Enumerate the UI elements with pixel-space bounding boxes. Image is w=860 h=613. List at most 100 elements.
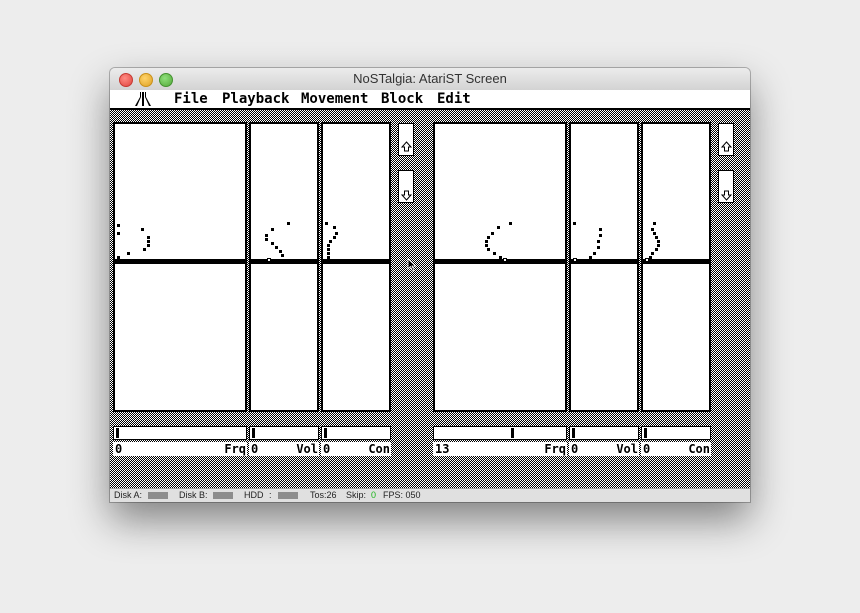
envelope-point: [335, 232, 338, 235]
hdd-colon: :: [269, 490, 272, 500]
envelope-point: [599, 228, 602, 231]
skip-value: 0: [371, 490, 377, 500]
slider-thumb[interactable]: [324, 428, 327, 438]
envelope-point: [271, 242, 274, 245]
baseline: [435, 259, 565, 264]
scroll-down-button-left[interactable]: [398, 170, 414, 203]
vol-field-right[interactable]: 0 Vol: [569, 442, 639, 456]
envelope-point: [265, 234, 268, 237]
envelope-pane-volume-right[interactable]: [569, 122, 639, 412]
envelope-point: [593, 252, 596, 255]
scroll-up-button-left[interactable]: [398, 123, 414, 156]
frq-field-left[interactable]: 0 Frq: [113, 442, 247, 456]
envelope-point: [141, 228, 144, 231]
envelope-point: [117, 256, 120, 259]
scroll-up-button-right[interactable]: [718, 123, 734, 156]
envelope-point: [491, 232, 494, 235]
skip-label: Skip:: [346, 490, 367, 500]
vol-field-left[interactable]: 0 Vol: [249, 442, 319, 456]
vol-label: Vol: [616, 442, 638, 456]
baseline: [643, 259, 709, 264]
position-marker: [267, 258, 271, 262]
envelope-point: [657, 240, 660, 243]
frq-slider-left[interactable]: [113, 426, 247, 440]
arrow-down-icon: [721, 190, 732, 201]
slider-thumb[interactable]: [116, 428, 119, 438]
envelope-point: [327, 256, 330, 259]
vol-slider-right[interactable]: [569, 426, 639, 440]
envelope-pane-frequency-right[interactable]: [433, 122, 567, 412]
envelope-point: [127, 252, 130, 255]
con-field-left[interactable]: 0 Con: [321, 442, 391, 456]
con-slider-right[interactable]: [641, 426, 711, 440]
position-marker: [503, 258, 507, 262]
gem-menubar: File Playback Movement Block Edit: [110, 90, 750, 110]
slider-thumb[interactable]: [644, 428, 647, 438]
envelope-point: [275, 246, 278, 249]
frq-slider-right[interactable]: [433, 426, 567, 440]
arrow-down-icon: [401, 190, 412, 201]
window-title: NoSTalgia: AtariST Screen: [353, 71, 507, 86]
envelope-point: [589, 256, 592, 259]
envelope-point: [487, 236, 490, 239]
con-field-right[interactable]: 0 Con: [641, 442, 711, 456]
emulator-statusbar: Disk A: Disk B: HDD : Tos:26 Skip: 0 FPS…: [110, 488, 750, 502]
frq-value: 13: [435, 442, 450, 456]
emulator-window: NoSTalgia: AtariST Screen File Playback …: [110, 68, 750, 502]
envelope-point: [509, 222, 512, 225]
envelope-point: [497, 226, 500, 229]
vol-label: Vol: [296, 442, 318, 456]
atari-fuji-icon[interactable]: [135, 92, 151, 106]
envelope-point: [333, 226, 336, 229]
tos-version: Tos:26: [310, 490, 337, 500]
position-marker: [573, 258, 577, 262]
envelope-point: [493, 252, 496, 255]
envelope-point: [653, 222, 656, 225]
envelope-point: [573, 222, 576, 225]
con-slider-left[interactable]: [321, 426, 391, 440]
envelope-point: [325, 222, 328, 225]
baseline: [571, 259, 637, 264]
slider-thumb[interactable]: [252, 428, 255, 438]
envelope-point: [651, 252, 654, 255]
scroll-down-button-right[interactable]: [718, 170, 734, 203]
menu-playback[interactable]: Playback: [222, 90, 289, 108]
slider-thumb[interactable]: [572, 428, 575, 438]
hdd-led: [278, 492, 298, 499]
frq-value: 0: [115, 442, 123, 456]
envelope-pane-control-right[interactable]: [641, 122, 711, 412]
envelope-point: [327, 252, 330, 255]
vol-value: 0: [251, 442, 259, 456]
disk-b-label: Disk B:: [179, 490, 208, 500]
envelope-point: [265, 238, 268, 241]
menu-movement[interactable]: Movement: [301, 90, 368, 108]
con-value: 0: [323, 442, 331, 456]
frq-field-right[interactable]: 13 Frq: [433, 442, 567, 456]
envelope-point: [485, 240, 488, 243]
vol-slider-left[interactable]: [249, 426, 319, 440]
window-titlebar[interactable]: NoSTalgia: AtariST Screen: [110, 68, 750, 91]
atari-screen[interactable]: File Playback Movement Block Edit 0 Frq …: [110, 90, 750, 488]
frq-label: Frq: [544, 442, 566, 456]
envelope-point: [329, 240, 332, 243]
con-label: Con: [688, 442, 710, 456]
fps-readout: FPS: 050: [383, 490, 421, 500]
envelope-point: [281, 254, 284, 257]
menu-file[interactable]: File: [174, 90, 208, 108]
envelope-point: [499, 256, 502, 259]
vol-value: 0: [571, 442, 579, 456]
hdd-label: HDD: [244, 490, 264, 500]
menu-block[interactable]: Block: [381, 90, 423, 108]
envelope-point: [597, 240, 600, 243]
menu-edit[interactable]: Edit: [437, 90, 471, 108]
envelope-point: [327, 248, 330, 251]
envelope-point: [287, 222, 290, 225]
envelope-pane-control-left[interactable]: [321, 122, 391, 412]
envelope-point: [279, 250, 282, 253]
arrow-up-icon: [401, 141, 412, 152]
envelope-pane-frequency-left[interactable]: [113, 122, 247, 412]
baseline: [115, 259, 245, 264]
slider-thumb[interactable]: [511, 428, 514, 438]
envelope-pane-volume-left[interactable]: [249, 122, 319, 412]
envelope-point: [649, 256, 652, 259]
